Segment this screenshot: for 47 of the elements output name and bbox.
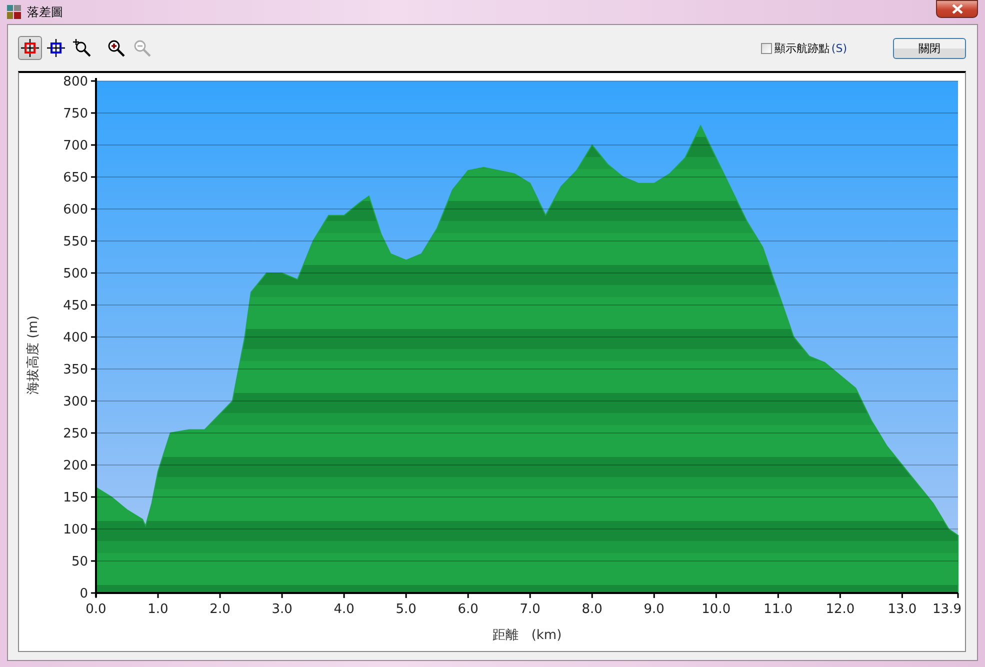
y-axis-title: 海拔高度 (m) bbox=[26, 316, 41, 394]
x-axis-title: 距離 (km) bbox=[492, 628, 562, 643]
x-tick-label: 13.0 bbox=[888, 602, 917, 617]
y-tick-label: 750 bbox=[63, 106, 88, 122]
y-tick-label: 700 bbox=[63, 138, 88, 154]
x-tick-label: 10.0 bbox=[702, 602, 731, 617]
zoom-in-icon bbox=[107, 39, 125, 57]
y-tick-label: 150 bbox=[63, 490, 88, 506]
y-tick-label: 500 bbox=[63, 266, 88, 282]
x-tick-label: 0.0 bbox=[86, 602, 106, 617]
x-tick-label: 6.0 bbox=[458, 602, 478, 617]
y-tick-label: 600 bbox=[63, 202, 88, 218]
y-tick-label: 300 bbox=[63, 394, 88, 410]
x-tick-label: 5.0 bbox=[396, 602, 416, 617]
y-tick-label: 0 bbox=[80, 586, 88, 602]
x-tick-label: 12.0 bbox=[826, 602, 855, 617]
y-tick-label: 200 bbox=[63, 458, 88, 474]
crosshair-icon bbox=[21, 39, 39, 57]
y-tick-label: 50 bbox=[71, 554, 88, 570]
crosshair-icon bbox=[47, 39, 65, 57]
y-tick-label: 650 bbox=[63, 170, 88, 186]
x-tick-label: 2.0 bbox=[210, 602, 230, 617]
y-tick-label: 450 bbox=[63, 298, 88, 314]
window-title: 落差圖 bbox=[27, 4, 63, 20]
x-tick-label: 7.0 bbox=[520, 602, 540, 617]
y-tick-label: 100 bbox=[63, 522, 88, 538]
y-tick-label: 350 bbox=[63, 362, 88, 378]
show-points-checkbox[interactable]: 顯示航跡點 (S) bbox=[761, 40, 847, 56]
y-tick-label: 400 bbox=[63, 330, 88, 346]
tool-button[interactable] bbox=[18, 36, 42, 60]
close-icon bbox=[952, 4, 962, 14]
y-tick-label: 250 bbox=[63, 426, 88, 442]
x-tick-label: 11.0 bbox=[764, 602, 793, 617]
x-tick-label: 3.0 bbox=[272, 602, 292, 617]
x-tick-label: 1.0 bbox=[148, 602, 168, 617]
zoom-area-icon bbox=[73, 39, 91, 57]
app-icon bbox=[7, 5, 21, 19]
x-tick-label: 4.0 bbox=[334, 602, 354, 617]
y-tick-label: 800 bbox=[63, 74, 88, 90]
x-tick-label: 9.0 bbox=[644, 602, 664, 617]
zoom-out-icon bbox=[133, 39, 151, 57]
x-tick-label: 8.0 bbox=[582, 602, 602, 617]
tool-button[interactable] bbox=[44, 36, 68, 60]
close-button[interactable]: 關閉 bbox=[893, 38, 966, 58]
x-tick-label: 13.9 bbox=[932, 602, 962, 617]
y-tick-label: 550 bbox=[63, 234, 88, 250]
window-close-button[interactable] bbox=[936, 0, 978, 18]
